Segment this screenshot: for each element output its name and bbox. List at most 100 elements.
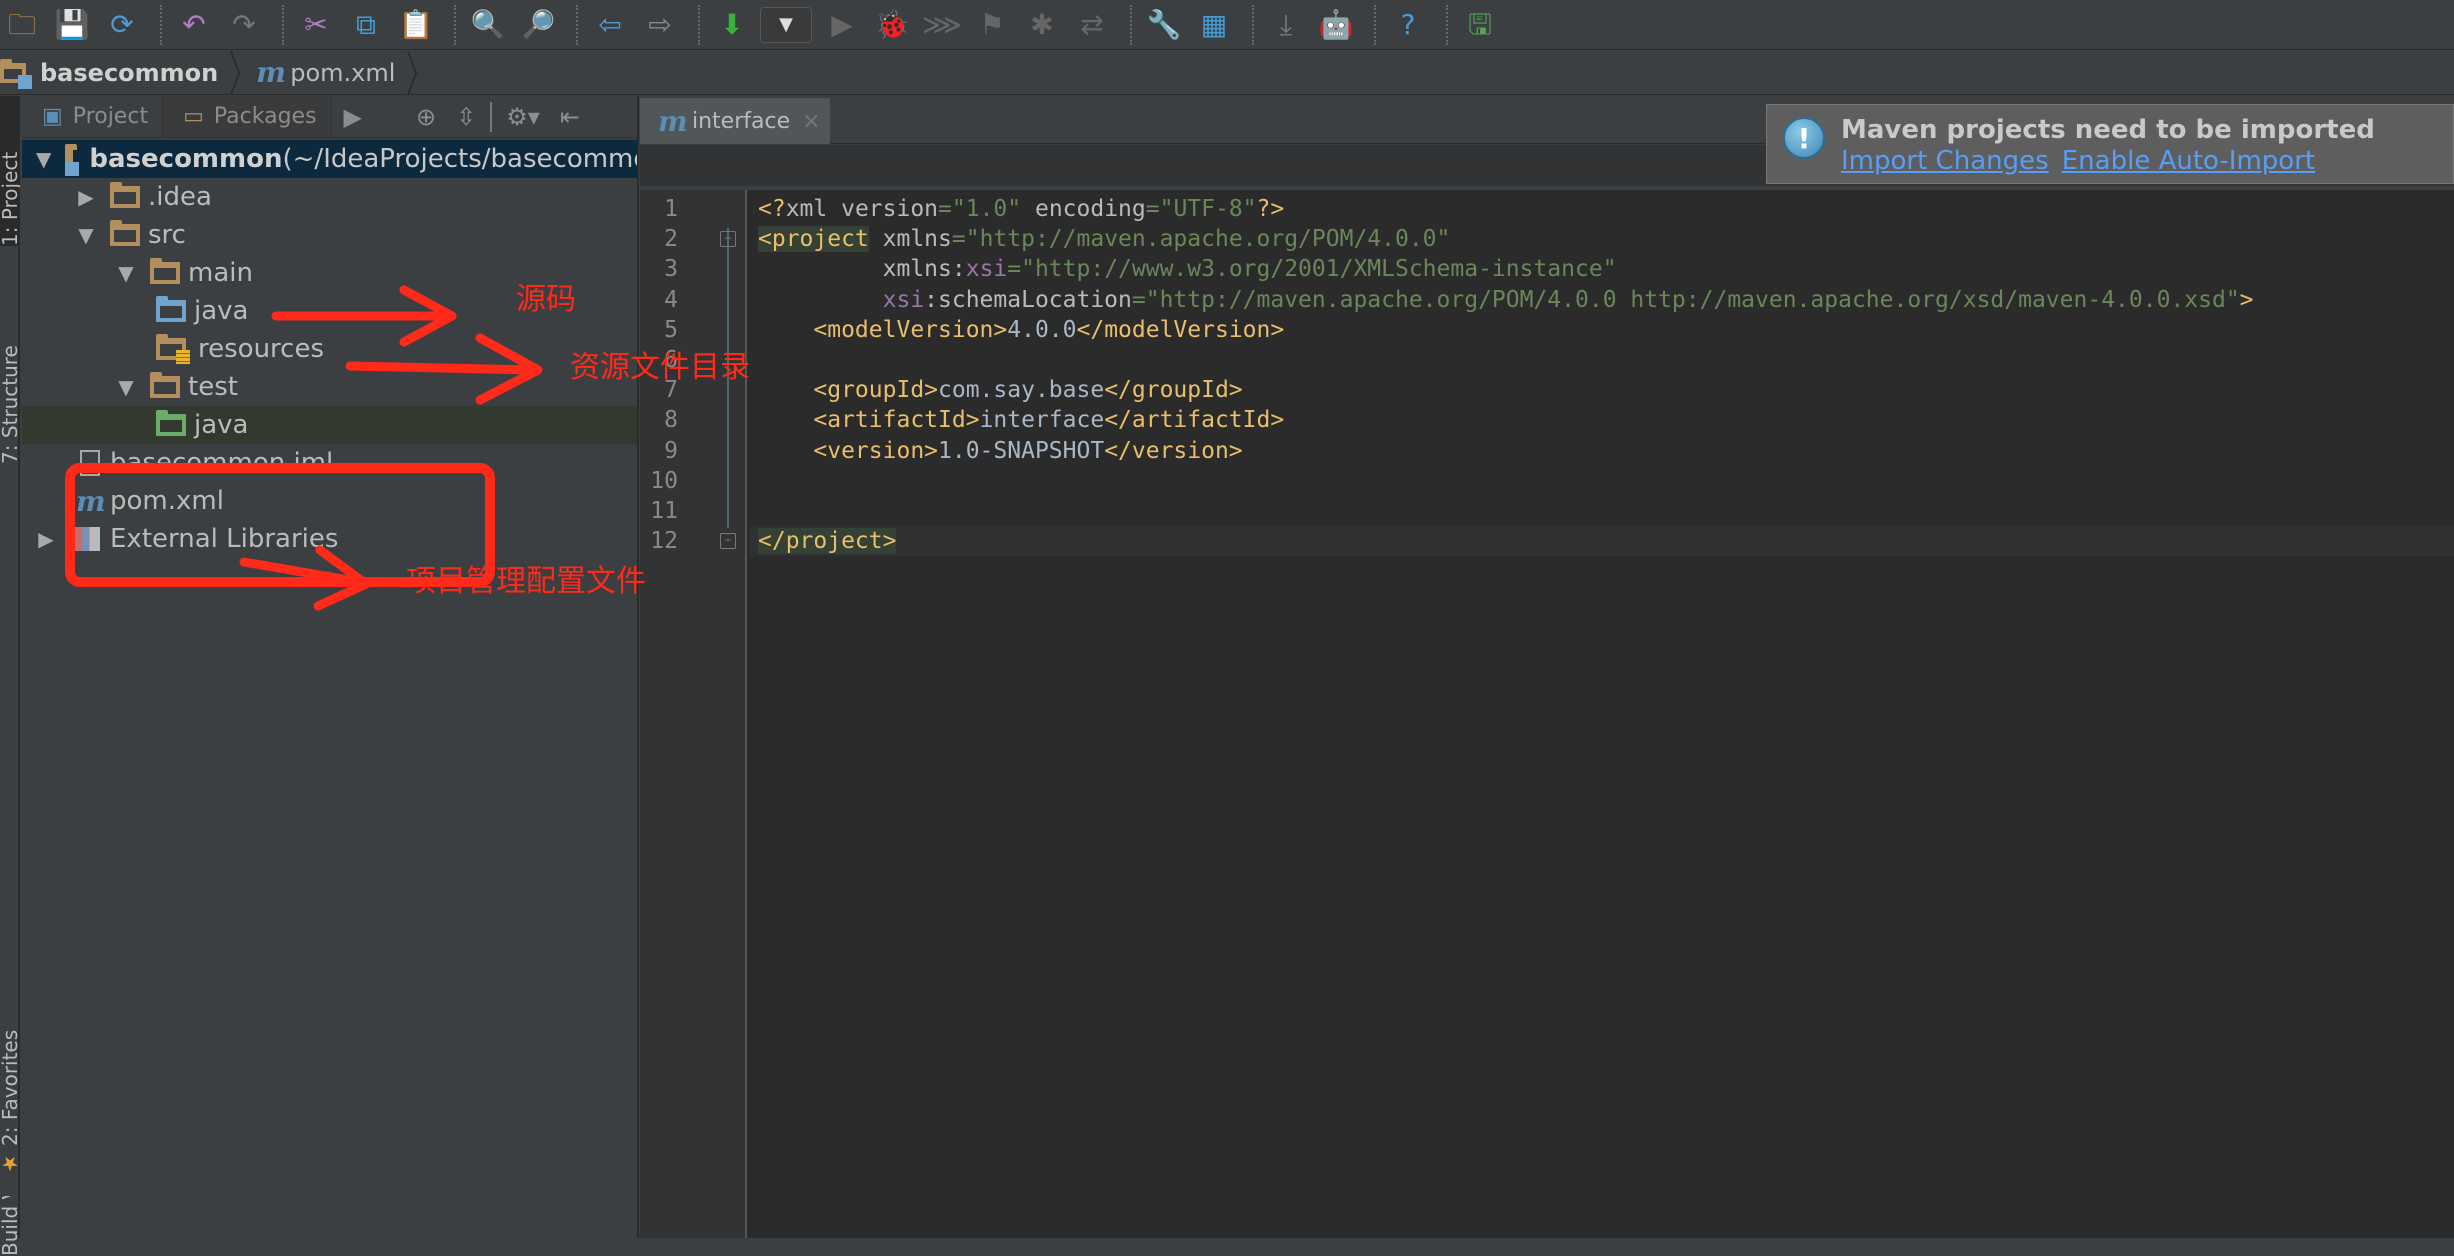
sdk-manager-button[interactable]: ⤓	[1264, 3, 1308, 47]
tree-item-label: resources	[198, 334, 325, 364]
sync-button[interactable]: ⟳	[100, 3, 144, 47]
enable-auto-import-link[interactable]: Enable Auto-Import	[2062, 146, 2315, 176]
close-tab-icon[interactable]: ×	[802, 109, 820, 134]
run-icon: ▶	[831, 7, 853, 41]
collapsed-arrow-icon[interactable]: ▶	[36, 527, 56, 551]
tree-item-test[interactable]: ▼ test	[22, 368, 637, 406]
tree-item-external-libraries[interactable]: ▶ External Libraries	[22, 520, 637, 558]
tree-item-label: test	[188, 372, 238, 402]
toolbar-separator	[454, 4, 456, 45]
debug-button[interactable]: 🐞	[870, 3, 914, 47]
code-token: xsi	[965, 256, 1008, 283]
toolbar-separator	[576, 4, 578, 45]
find-button[interactable]: 🔍	[466, 3, 510, 47]
expanded-arrow-icon[interactable]: ▼	[36, 147, 51, 171]
more-views-icon[interactable]: ▶	[344, 103, 362, 131]
info-icon: !	[1783, 117, 1825, 159]
settings-wrench-button[interactable]: 🔧	[1142, 3, 1186, 47]
tree-item-label: java	[194, 410, 249, 440]
tool-tab-favorites[interactable]: ★ 2: Favorites	[0, 996, 20, 1176]
android-button[interactable]: 🤖	[1314, 3, 1358, 47]
tool-tab-project[interactable]: 1: Project	[0, 96, 20, 246]
save-icon: 💾	[54, 7, 90, 41]
scroll-from-source-icon[interactable]: ⊕	[416, 103, 436, 131]
toolbar-separator	[698, 4, 700, 45]
file-icon	[80, 450, 100, 476]
code-editor[interactable]: 1 2 3 4 5 6 7 8 9 10 11 12 <?xml version="1.0" enco…	[640, 190, 2454, 1238]
tree-item-src[interactable]: ▼ src	[22, 216, 637, 254]
save-button[interactable]: 💾	[50, 3, 94, 47]
run-button[interactable]: ▶	[820, 3, 864, 47]
code-token: xmlns:	[758, 256, 966, 283]
help-icon: ?	[1400, 7, 1416, 41]
reload-button[interactable]: ⇄	[1070, 3, 1114, 47]
tree-item-resources[interactable]: resources	[22, 330, 637, 368]
editor-tab-interface[interactable]: m interface ×	[640, 98, 830, 144]
folder-icon	[110, 220, 140, 246]
tool-tab-build-variants[interactable]: Build Variants	[0, 1196, 20, 1256]
profile-icon: ⚑	[979, 7, 1005, 41]
line-number: 10	[650, 467, 678, 494]
expanded-arrow-icon[interactable]: ▼	[116, 261, 136, 285]
redo-icon: ↷	[232, 7, 256, 41]
tool-tab-structure[interactable]: 7: Structure	[0, 264, 20, 464]
tree-item-pom-xml[interactable]: m pom.xml	[22, 482, 637, 520]
gear-icon[interactable]: ⚙▾	[506, 103, 540, 131]
breadcrumb-separator	[228, 51, 242, 95]
view-tab-label: Packages	[213, 104, 317, 129]
line-number: 3	[664, 256, 678, 283]
copy-button[interactable]: ⧉	[344, 3, 388, 47]
plugin-save-button[interactable]: 🖫	[1458, 3, 1502, 47]
paste-button[interactable]: 📋	[394, 3, 438, 47]
cut-button[interactable]: ✂	[294, 3, 338, 47]
view-tab-project[interactable]: ▣ Project	[22, 96, 163, 137]
tree-item-java[interactable]: java	[22, 406, 637, 444]
code-token: <groupId>	[758, 377, 939, 404]
replace-button[interactable]: 🔎	[516, 3, 560, 47]
collapsed-arrow-icon[interactable]: ▶	[76, 185, 96, 209]
tree-item-idea[interactable]: ▶ .idea	[22, 178, 637, 216]
undo-button[interactable]: ↶	[172, 3, 216, 47]
tree-item-basecommon[interactable]: ▼ basecommon (~/IdeaProjects/basecommon)	[22, 140, 637, 178]
replace-icon: 🔎	[520, 7, 556, 41]
hide-panel-icon[interactable]: ⇤	[560, 103, 580, 131]
project-structure-button[interactable]: ▦	[1192, 3, 1236, 47]
code-token: </version>	[1104, 437, 1243, 464]
debug-jr-button[interactable]: ✱	[1020, 3, 1064, 47]
toolbar-separator	[1374, 4, 1376, 45]
tree-item-basecommon-iml[interactable]: basecommon.iml	[22, 444, 637, 482]
line-number: 2	[664, 226, 678, 253]
view-tab-label: Project	[72, 104, 149, 129]
find-icon: 🔍	[470, 7, 506, 41]
run-configuration-dropdown[interactable]: ▼	[760, 6, 812, 43]
expanded-arrow-icon[interactable]: ▼	[76, 223, 96, 247]
view-tab-packages[interactable]: ▭ Packages	[162, 96, 332, 137]
profile-button[interactable]: ⚑	[970, 3, 1014, 47]
import-changes-link[interactable]: Import Changes	[1841, 146, 2049, 176]
expanded-arrow-icon[interactable]: ▼	[116, 375, 136, 399]
line-number: 11	[650, 498, 678, 524]
caret-row-highlight	[750, 526, 2454, 557]
debug-jr-icon: ✱	[1030, 7, 1054, 41]
toolbar-separator	[1130, 4, 1132, 45]
code-token: 4.0.0	[1007, 316, 1077, 343]
redo-button[interactable]: ↷	[222, 3, 266, 47]
fold-toggle-icon[interactable]: −	[720, 231, 736, 248]
main-toolbar: 🗀 💾 ⟳ ↶ ↷ ✂ ⧉ 📋 🔍 🔎 ⇦ ⇨ ⬇ ▼ ▶ 🐞 ⋙ ⚑ ✱ ⇄ 🔧 ▦ ⤓ 🤖? 🖫	[0, 0, 2454, 50]
header-divider	[490, 101, 493, 132]
project-panel-header: ▣ Project ▭ Packages ▶ ⊕ ⇳ ⚙▾ ⇤	[22, 96, 637, 138]
help-button[interactable]: ?	[1386, 3, 1430, 47]
coverage-button[interactable]: ⋙	[920, 3, 964, 47]
forward-button[interactable]: ⇨	[638, 3, 682, 47]
open-folder-button[interactable]: 🗀	[0, 3, 44, 47]
forward-icon: ⇨	[648, 7, 672, 41]
code-token: xsi	[758, 286, 925, 313]
line-number: 9	[664, 437, 678, 464]
collapse-all-icon[interactable]: ⇳	[456, 103, 476, 131]
breadcrumb-item-pom[interactable]: m pom.xml	[256, 51, 405, 94]
fold-toggle-icon[interactable]: −	[720, 533, 736, 550]
back-button[interactable]: ⇦	[588, 3, 632, 47]
make-project-button[interactable]: ⬇	[710, 3, 754, 47]
code-line: <modelVersion>4.0.0</modelVersion>	[758, 315, 1284, 345]
breadcrumb-item-basecommon[interactable]: basecommon	[0, 51, 228, 94]
